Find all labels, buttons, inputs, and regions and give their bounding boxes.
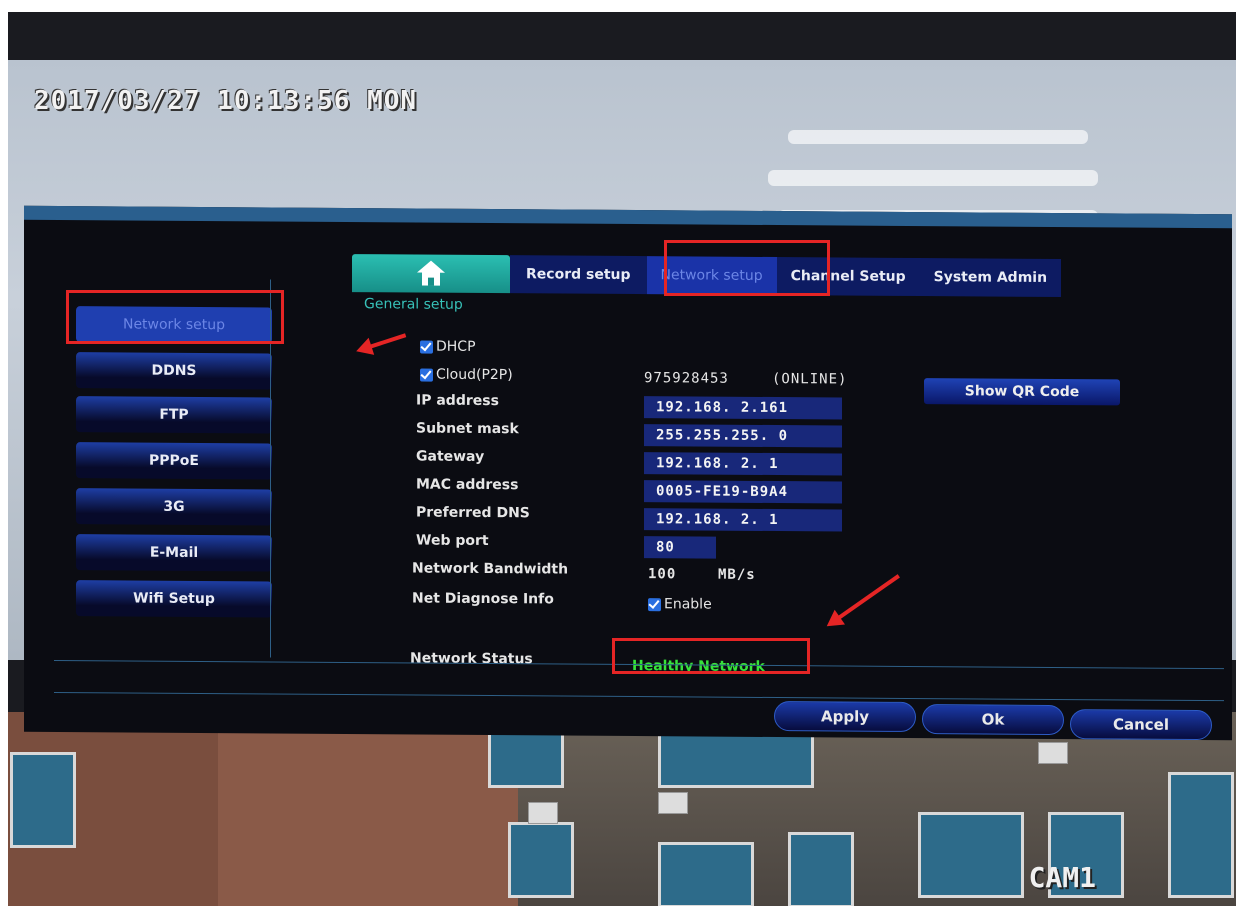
tab-home[interactable] bbox=[352, 254, 510, 294]
mac-address-label: MAC address bbox=[416, 476, 519, 494]
sidebar-item-3g[interactable]: 3G bbox=[76, 488, 272, 526]
cloud-id: 975928453 bbox=[644, 370, 729, 387]
enable-label: Enable bbox=[664, 596, 712, 613]
annotation-highlight-status bbox=[612, 638, 810, 674]
cloud-p2p-label: Cloud(P2P) bbox=[436, 366, 513, 384]
sidebar-item-ftp[interactable]: FTP bbox=[76, 396, 272, 434]
osd-camera-label: CAM1 bbox=[1028, 861, 1096, 894]
annotation-highlight-sidebar bbox=[66, 290, 284, 344]
check-icon bbox=[648, 597, 661, 611]
network-bandwidth-value: 100 bbox=[648, 566, 677, 583]
footer-divider-2 bbox=[54, 691, 1224, 702]
tab-record-setup[interactable]: Record setup bbox=[510, 255, 647, 295]
subnet-mask-label: Subnet mask bbox=[416, 420, 519, 438]
monitor-screen: 2017/03/27 10:13:56 MON CAM1 Record setu… bbox=[8, 12, 1236, 906]
sidebar-item-email[interactable]: E-Mail bbox=[76, 534, 272, 572]
web-port-label: Web port bbox=[416, 532, 489, 550]
tab-system-admin[interactable]: System Admin bbox=[919, 258, 1062, 298]
dhcp-label: DHCP bbox=[436, 338, 476, 355]
network-status-label: Network Status bbox=[410, 650, 533, 668]
ip-address-field[interactable]: 192.168. 2.161 bbox=[644, 396, 842, 420]
network-bandwidth-label: Network Bandwidth bbox=[412, 560, 569, 578]
net-diagnose-enable-checkbox[interactable]: Enable bbox=[648, 596, 712, 613]
ip-address-label: IP address bbox=[416, 392, 499, 410]
osd-timestamp: 2017/03/27 10:13:56 MON bbox=[34, 86, 418, 116]
dhcp-checkbox[interactable]: DHCP bbox=[420, 339, 476, 355]
annotation-highlight-tab bbox=[664, 240, 830, 296]
apply-button[interactable]: Apply bbox=[774, 701, 916, 733]
web-port-field[interactable]: 80 bbox=[644, 536, 716, 559]
show-qr-code-button[interactable]: Show QR Code bbox=[924, 378, 1120, 406]
network-bandwidth-unit: MB/s bbox=[718, 566, 756, 583]
mac-address-field: 0005-FE19-B9A4 bbox=[644, 480, 842, 504]
cancel-button[interactable]: Cancel bbox=[1070, 709, 1212, 741]
gateway-field[interactable]: 192.168. 2. 1 bbox=[644, 452, 842, 476]
home-icon bbox=[417, 260, 445, 287]
section-title: General setup bbox=[364, 296, 463, 313]
sidebar-item-ddns[interactable]: DDNS bbox=[76, 352, 272, 390]
gateway-label: Gateway bbox=[416, 448, 485, 465]
cloud-p2p-checkbox[interactable]: Cloud(P2P) bbox=[420, 366, 513, 384]
preferred-dns-label: Preferred DNS bbox=[416, 504, 530, 522]
sidebar-item-wifi-setup[interactable]: Wifi Setup bbox=[76, 580, 272, 618]
check-icon bbox=[420, 340, 433, 354]
net-diagnose-label: Net Diagnose Info bbox=[412, 590, 554, 608]
subnet-mask-field[interactable]: 255.255.255. 0 bbox=[644, 424, 842, 448]
check-icon bbox=[420, 368, 433, 382]
ok-button[interactable]: Ok bbox=[922, 704, 1064, 736]
preferred-dns-field[interactable]: 192.168. 2. 1 bbox=[644, 508, 842, 532]
sidebar-item-pppoe[interactable]: PPPoE bbox=[76, 442, 272, 480]
cloud-status: (ONLINE) bbox=[772, 371, 848, 388]
